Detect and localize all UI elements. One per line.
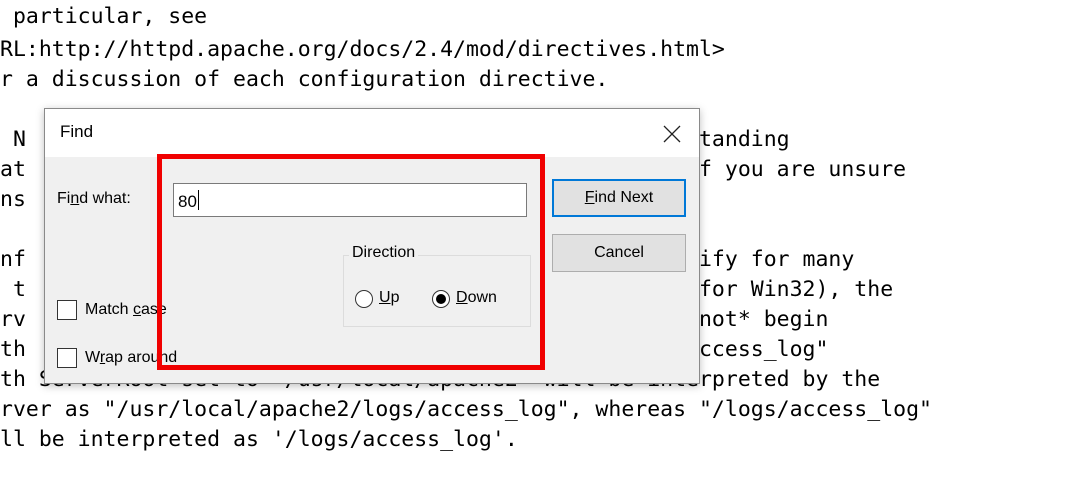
wrap-around-checkbox[interactable] <box>57 348 77 368</box>
find-what-input[interactable]: 80 <box>173 183 527 217</box>
text-line: RL:http://httpd.apache.org/docs/2.4/mod/… <box>0 37 725 62</box>
text-line: rver as "/usr/local/apache2/logs/access_… <box>0 397 932 422</box>
direction-down-radio[interactable] <box>432 290 450 308</box>
find-what-label: Find what: <box>57 190 131 207</box>
match-case-checkbox[interactable] <box>57 300 77 320</box>
find-dialog: Find Find what: 80 Find Next Cancel Dire… <box>44 108 700 384</box>
text-line: r a discussion of each configuration dir… <box>0 67 609 92</box>
wrap-around-label[interactable]: Wrap around <box>85 349 177 367</box>
direction-label: Direction <box>349 244 419 262</box>
direction-down-label[interactable]: Down <box>456 289 497 307</box>
close-icon[interactable] <box>655 117 689 151</box>
text-line: ns <box>0 187 26 212</box>
direction-up-radio[interactable] <box>355 290 373 308</box>
dialog-title-bar: Find <box>45 109 699 157</box>
find-what-value: 80 <box>178 192 197 211</box>
direction-up-label[interactable]: Up <box>379 289 399 307</box>
dialog-title: Find <box>60 122 94 141</box>
text-line: ll be interpreted as '/logs/access_log'. <box>0 427 518 452</box>
text-line: particular, see <box>0 4 208 29</box>
text-caret <box>197 190 199 210</box>
find-next-button[interactable]: Find Next <box>552 179 686 217</box>
match-case-label[interactable]: Match case <box>85 301 167 319</box>
cancel-button[interactable]: Cancel <box>552 234 686 272</box>
radio-selected-dot <box>436 294 446 304</box>
